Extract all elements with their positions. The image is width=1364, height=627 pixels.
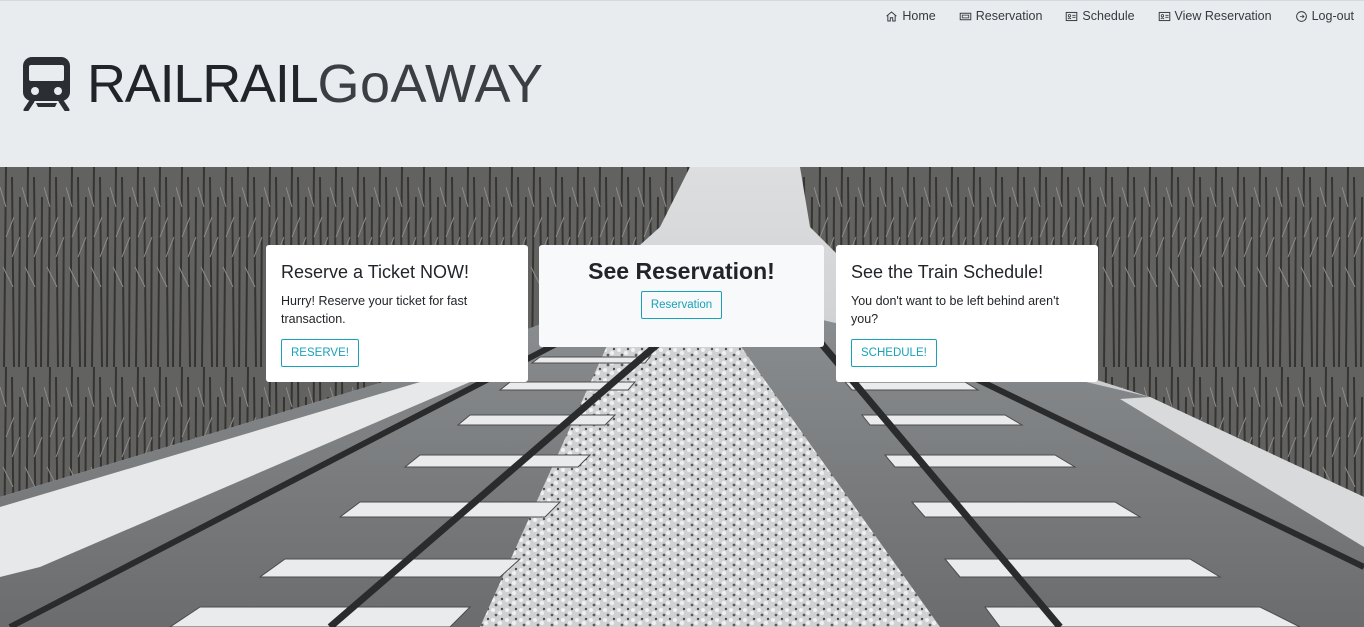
nav-home[interactable]: Home [885,9,936,23]
train-icon [22,56,71,111]
reservation-button[interactable]: Reservation [640,291,723,319]
schedule-card-text: You don't want to be left behind aren't … [851,294,1059,326]
logout-icon [1295,10,1308,23]
ticket-icon [959,10,972,23]
id-card-icon [1065,10,1078,23]
nav-reservation[interactable]: Reservation [959,9,1043,23]
reserve-button[interactable]: RESERVE! [281,339,359,367]
nav-reservation-label: Reservation [975,9,1043,23]
reserve-card-title: Reserve a Ticket NOW! [281,262,470,282]
schedule-card-title: See the Train Schedule! [851,262,1044,282]
home-icon [885,10,898,23]
reserve-card-text: Hurry! Reserve your ticket for fast tran… [281,294,468,326]
nav-view-reservation-label: View Reservation [1174,9,1272,23]
top-nav: Home Reservation Schedule View Reservati… [885,9,1354,23]
nav-logout-label: Log-out [1311,9,1354,23]
brand-logo[interactable]: RAILRAILGoAWAY [22,56,544,111]
brand-name: RAILRAILGoAWAY [87,57,544,111]
see-reservation-card: See Reservation! Reservation [539,245,824,347]
nav-home-label: Home [902,9,936,23]
id-card-icon [1158,10,1171,23]
hero-section [0,167,1364,627]
nav-schedule-label: Schedule [1082,9,1135,23]
brand-name-light: GoAWAY [317,53,544,114]
reserve-card: Reserve a Ticket NOW! Hurry! Reserve you… [266,245,528,382]
brand-name-bold: RAILRAIL [87,53,319,114]
hero-background-image [0,167,1364,627]
nav-schedule[interactable]: Schedule [1065,9,1135,23]
see-reservation-card-title: See Reservation! [588,258,775,284]
nav-view-reservation[interactable]: View Reservation [1158,9,1272,23]
site-header: Home Reservation Schedule View Reservati… [0,0,1364,167]
nav-logout[interactable]: Log-out [1295,9,1354,23]
schedule-card: See the Train Schedule! You don't want t… [836,245,1098,382]
schedule-button[interactable]: SCHEDULE! [851,339,937,367]
